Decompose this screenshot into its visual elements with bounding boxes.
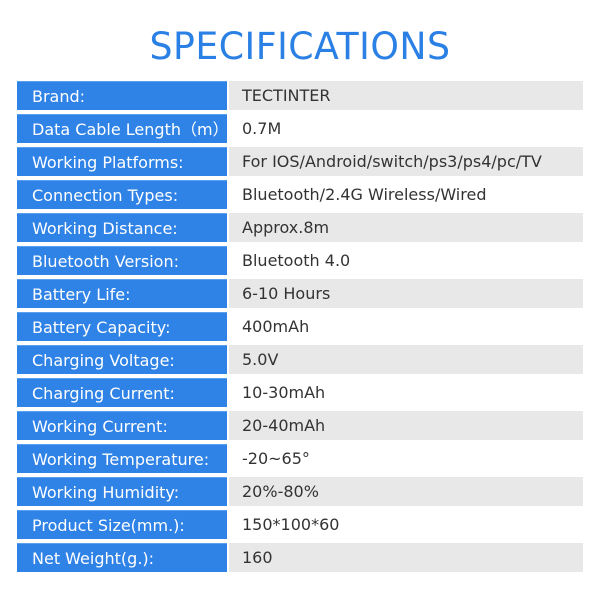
spec-row-working-humidity: Working Humidity: 20%-80% xyxy=(17,477,583,506)
spec-label: Working Humidity: xyxy=(17,477,227,506)
spec-label: Battery Life: xyxy=(17,279,227,308)
spec-label: Charging Current: xyxy=(17,378,227,407)
spec-value: Bluetooth 4.0 xyxy=(229,246,583,275)
spec-row-battery-life: Battery Life: 6-10 Hours xyxy=(17,279,583,308)
spec-row-working-current: Working Current: 20-40mAh xyxy=(17,411,583,440)
spec-label: Working Current: xyxy=(17,411,227,440)
spec-label: Connection Types: xyxy=(17,180,227,209)
spec-value: 400mAh xyxy=(229,312,583,341)
spec-label: Battery Capacity: xyxy=(17,312,227,341)
spec-label: Net Weight(g.): xyxy=(17,543,227,572)
spec-row-working-distance: Working Distance: Approx.8m xyxy=(17,213,583,242)
spec-row-cable-length: Data Cable Length（m）: 0.7M xyxy=(17,114,583,143)
spec-label: Bluetooth Version: xyxy=(17,246,227,275)
spec-value: 150*100*60 xyxy=(229,510,583,539)
spec-value: 6-10 Hours xyxy=(229,279,583,308)
spec-value: -20~65° xyxy=(229,444,583,473)
spec-value: For IOS/Android/switch/ps3/ps4/pc/TV xyxy=(229,147,583,176)
spec-row-connection-types: Connection Types: Bluetooth/2.4G Wireles… xyxy=(17,180,583,209)
spec-row-working-temperature: Working Temperature: -20~65° xyxy=(17,444,583,473)
spec-value: 0.7M xyxy=(229,114,583,143)
spec-table: Brand: TECTINTER Data Cable Length（m）: 0… xyxy=(17,81,583,576)
spec-label: Working Distance: xyxy=(17,213,227,242)
spec-value: 5.0V xyxy=(229,345,583,374)
spec-label: Working Platforms: xyxy=(17,147,227,176)
spec-value: 20-40mAh xyxy=(229,411,583,440)
spec-value: 20%-80% xyxy=(229,477,583,506)
spec-value: Approx.8m xyxy=(229,213,583,242)
spec-row-charging-current: Charging Current: 10-30mAh xyxy=(17,378,583,407)
spec-row-bluetooth-version: Bluetooth Version: Bluetooth 4.0 xyxy=(17,246,583,275)
spec-value: Bluetooth/2.4G Wireless/Wired xyxy=(229,180,583,209)
spec-row-battery-capacity: Battery Capacity: 400mAh xyxy=(17,312,583,341)
spec-row-product-size: Product Size(mm.): 150*100*60 xyxy=(17,510,583,539)
spec-row-charging-voltage: Charging Voltage: 5.0V xyxy=(17,345,583,374)
spec-label: Brand: xyxy=(17,81,227,110)
spec-label: Working Temperature: xyxy=(17,444,227,473)
spec-label: Data Cable Length（m）: xyxy=(17,114,227,143)
spec-row-net-weight: Net Weight(g.): 160 xyxy=(17,543,583,572)
spec-label: Product Size(mm.): xyxy=(17,510,227,539)
spec-value: 10-30mAh xyxy=(229,378,583,407)
spec-row-platforms: Working Platforms: For IOS/Android/switc… xyxy=(17,147,583,176)
spec-row-brand: Brand: TECTINTER xyxy=(17,81,583,110)
page-title: SPECIFICATIONS xyxy=(149,25,451,68)
spec-label: Charging Voltage: xyxy=(17,345,227,374)
spec-value: TECTINTER xyxy=(229,81,583,110)
spec-value: 160 xyxy=(229,543,583,572)
